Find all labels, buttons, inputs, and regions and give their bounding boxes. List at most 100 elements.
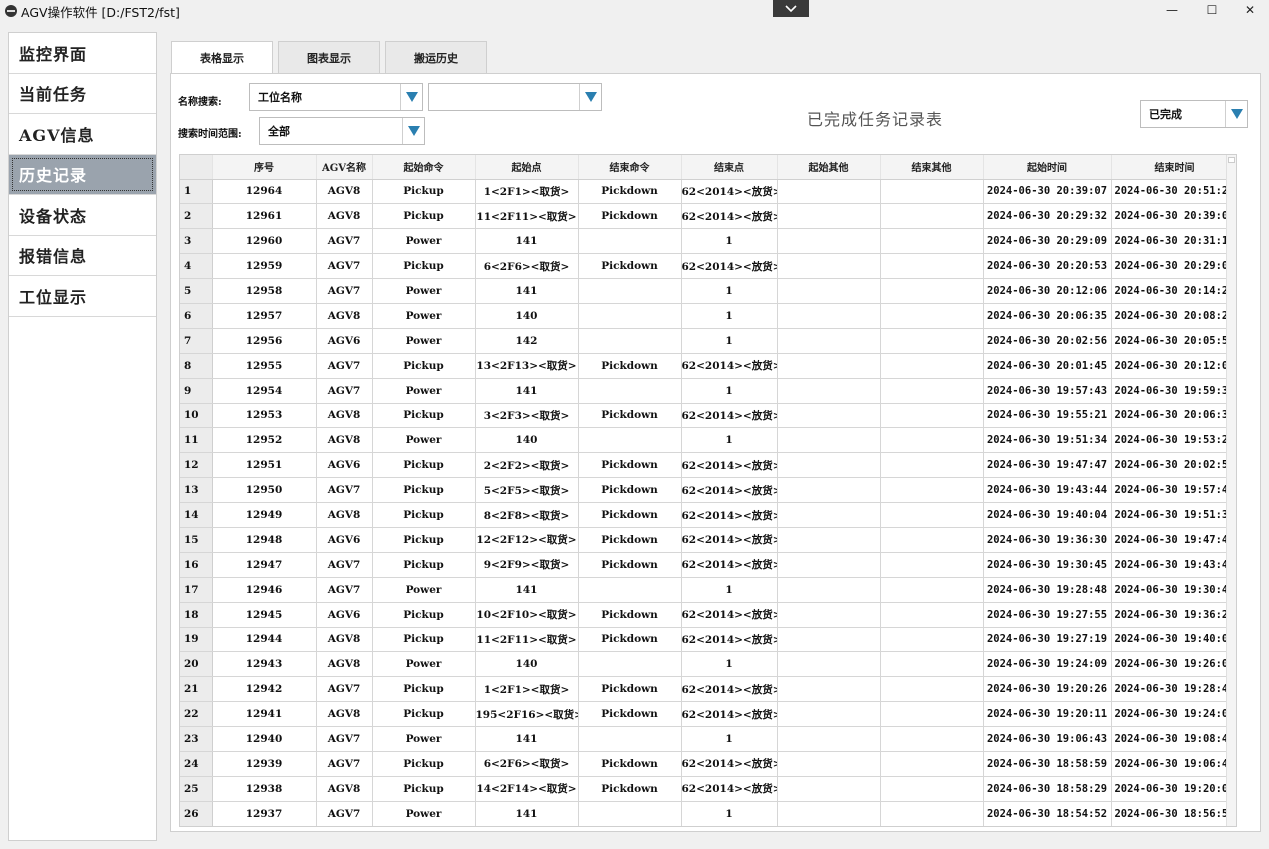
sidebar-item-label: 监控界面 [19, 44, 88, 64]
table-cell: 12939 [212, 751, 317, 777]
table-cell [777, 801, 881, 826]
status-select[interactable]: 已完成 [1140, 100, 1248, 128]
table-cell: 2024-06-30 19:57:41 [1111, 477, 1236, 504]
name-value-select[interactable] [428, 83, 602, 111]
table-cell: 62<2014><放货> [681, 452, 778, 479]
column-header[interactable]: 结束其他 [880, 155, 984, 180]
table-row[interactable]: 24 12939 AGV7 Pickup 6<2F6><取货> Pickdown 62<20… [180, 751, 1236, 777]
table-row[interactable]: 13 12950 AGV7 Pickup 5<2F5><取货> Pickdown 62<20… [180, 477, 1236, 504]
row-number: 16 [180, 552, 213, 578]
name-field-select[interactable]: 工位名称 [249, 83, 423, 111]
tab-table-view[interactable]: 表格显示 [171, 41, 273, 74]
table-cell: 12946 [212, 577, 317, 603]
table-cell: 141 [475, 577, 579, 603]
row-number: 19 [180, 627, 213, 653]
vertical-scrollbar[interactable] [1226, 155, 1236, 826]
table-cell: AGV7 [316, 676, 373, 703]
table-cell: Pickdown [578, 527, 682, 553]
table-cell: 1<2F1><取货> [475, 676, 579, 703]
table-cell: 2024-06-30 20:12:06 [983, 278, 1112, 304]
table-cell: 2024-06-30 18:54:52 [983, 801, 1112, 826]
column-header[interactable]: 起始点 [475, 155, 579, 180]
sidebar-item-error-info[interactable]: 报错信息 [9, 236, 156, 276]
table-row[interactable]: 4 12959 AGV7 Pickup 6<2F6><取货> Pickdown 62<201… [180, 253, 1236, 280]
column-header[interactable]: 起始其他 [777, 155, 881, 180]
scrollbar-thumb[interactable] [1228, 157, 1235, 163]
chevron-down-icon[interactable] [773, 0, 809, 17]
table-cell: 2024-06-30 18:58:59 [983, 751, 1112, 777]
column-header[interactable]: 结束命令 [578, 155, 682, 180]
table-row[interactable]: 11 12952 AGV8 Power 140 1 2024-06-30 19:51:34 2… [180, 427, 1236, 454]
table-row[interactable]: 10 12953 AGV8 Pickup 3<2F3><取货> Pickdown 62<20… [180, 403, 1236, 429]
table-cell: AGV7 [316, 552, 373, 578]
table-cell [777, 253, 881, 280]
table-cell [880, 751, 984, 777]
table-cell: 2024-06-30 19:51:32 [1111, 502, 1236, 528]
table-row[interactable]: 8 12955 AGV7 Pickup 13<2F13><取货> Pickdown 62<2… [180, 353, 1236, 379]
row-number: 24 [180, 751, 213, 777]
column-header[interactable]: 起始时间 [983, 155, 1112, 180]
table-row[interactable]: 14 12949 AGV8 Pickup 8<2F8><取货> Pickdown 62<20… [180, 502, 1236, 528]
table-cell: 1 [681, 228, 778, 255]
maximize-button[interactable]: ☐ [1192, 0, 1232, 20]
table-cell: 12958 [212, 278, 317, 304]
sidebar-item-monitor[interactable]: 监控界面 [9, 33, 156, 74]
table-cell [578, 577, 682, 603]
table-row[interactable]: 26 12937 AGV7 Power 141 1 2024-06-30 18:54:52 2… [180, 801, 1236, 826]
table-cell: 12950 [212, 477, 317, 504]
sidebar-item-agv-info[interactable]: AGV信息 [9, 114, 156, 155]
tab-transport-history[interactable]: 搬运历史 [385, 41, 487, 73]
table-row[interactable]: 5 12958 AGV7 Power 141 1 2024-06-30 20:12:06 20… [180, 278, 1236, 304]
sidebar-item-label: AGV信息 [19, 125, 95, 145]
table-cell [777, 353, 881, 379]
column-header[interactable]: 结束点 [681, 155, 778, 180]
column-header[interactable]: 序号 [212, 155, 317, 180]
table-row[interactable]: 17 12946 AGV7 Power 141 1 2024-06-30 19:28:48 2… [180, 577, 1236, 603]
table-row[interactable]: 2 12961 AGV8 Pickup 11<2F11><取货> Pickdown 62<2… [180, 203, 1236, 230]
table-cell: 12938 [212, 776, 317, 802]
sidebar-item-station-display[interactable]: 工位显示 [9, 276, 156, 317]
table-cell: 12<2F12><取货> [475, 527, 579, 553]
table-cell: 2024-06-30 19:20:11 [983, 701, 1112, 728]
column-header[interactable]: AGV名称 [316, 155, 373, 180]
table-row[interactable]: 25 12938 AGV8 Pickup 14<2F14><取货> Pickdown 62<… [180, 776, 1236, 802]
table-row[interactable]: 18 12945 AGV6 Pickup 10<2F10><取货> Pickdown 62<… [180, 602, 1236, 628]
close-button[interactable]: ✕ [1230, 0, 1269, 20]
table-row[interactable]: 23 12940 AGV7 Power 141 1 2024-06-30 19:06:43 2… [180, 726, 1236, 752]
table-cell [578, 651, 682, 678]
table-row[interactable]: 12 12951 AGV6 Pickup 2<2F2><取货> Pickdown 62<20… [180, 452, 1236, 479]
table-cell: Pickup [372, 527, 476, 553]
table-row[interactable]: 3 12960 AGV7 Power 141 1 2024-06-30 20:29:09 20… [180, 228, 1236, 255]
table-cell: 2024-06-30 20:14:21 [1111, 278, 1236, 304]
row-number-header[interactable] [180, 155, 213, 180]
row-number: 4 [180, 253, 213, 280]
table-row[interactable]: 21 12942 AGV7 Pickup 1<2F1><取货> Pickdown 62<20… [180, 676, 1236, 703]
table-cell: Pickup [372, 502, 476, 528]
table-row[interactable]: 20 12943 AGV8 Power 140 1 2024-06-30 19:24:09 2… [180, 651, 1236, 678]
table-cell [880, 452, 984, 479]
table-row[interactable]: 9 12954 AGV7 Power 141 1 2024-06-30 19:57:43 20… [180, 378, 1236, 404]
table-cell: 12944 [212, 627, 317, 653]
table-row[interactable]: 7 12956 AGV6 Power 142 1 2024-06-30 20:02:56 20… [180, 328, 1236, 354]
column-header[interactable]: 结束时间 [1111, 155, 1236, 180]
table-cell [880, 203, 984, 230]
table-row[interactable]: 15 12948 AGV6 Pickup 12<2F12><取货> Pickdown 62<… [180, 527, 1236, 553]
table-cell: Pickup [372, 403, 476, 429]
tab-chart-view[interactable]: 图表显示 [278, 41, 380, 73]
table-cell: 141 [475, 228, 579, 255]
time-range-select[interactable]: 全部 [259, 117, 425, 145]
table-row[interactable]: 16 12947 AGV7 Pickup 9<2F9><取货> Pickdown 62<20… [180, 552, 1236, 578]
sidebar-item-current-tasks[interactable]: 当前任务 [9, 74, 156, 114]
table-cell: Pickdown [578, 403, 682, 429]
table-row[interactable]: 1 12964 AGV8 Pickup 1<2F1><取货> Pickdown 62<201… [180, 179, 1236, 205]
table-row[interactable]: 22 12941 AGV8 Pickup 195<2F16><取货> Pickdown 62… [180, 701, 1236, 728]
table-row[interactable]: 19 12944 AGV8 Pickup 11<2F11><取货> Pickdown 62<… [180, 627, 1236, 653]
minimize-button[interactable]: — [1152, 0, 1192, 20]
sidebar-item-history[interactable]: 历史记录 [9, 154, 156, 195]
table-header-row: 序号 AGV名称 起始命令 起始点 结束命令 结束点 起始其他 结束其他 起始时间 结束时间 [180, 155, 1236, 180]
sidebar-item-device-status[interactable]: 设备状态 [9, 195, 156, 236]
table-cell: 12956 [212, 328, 317, 354]
row-number: 25 [180, 776, 213, 802]
column-header[interactable]: 起始命令 [372, 155, 476, 180]
table-row[interactable]: 6 12957 AGV8 Power 140 1 2024-06-30 20:06:35 20… [180, 303, 1236, 329]
